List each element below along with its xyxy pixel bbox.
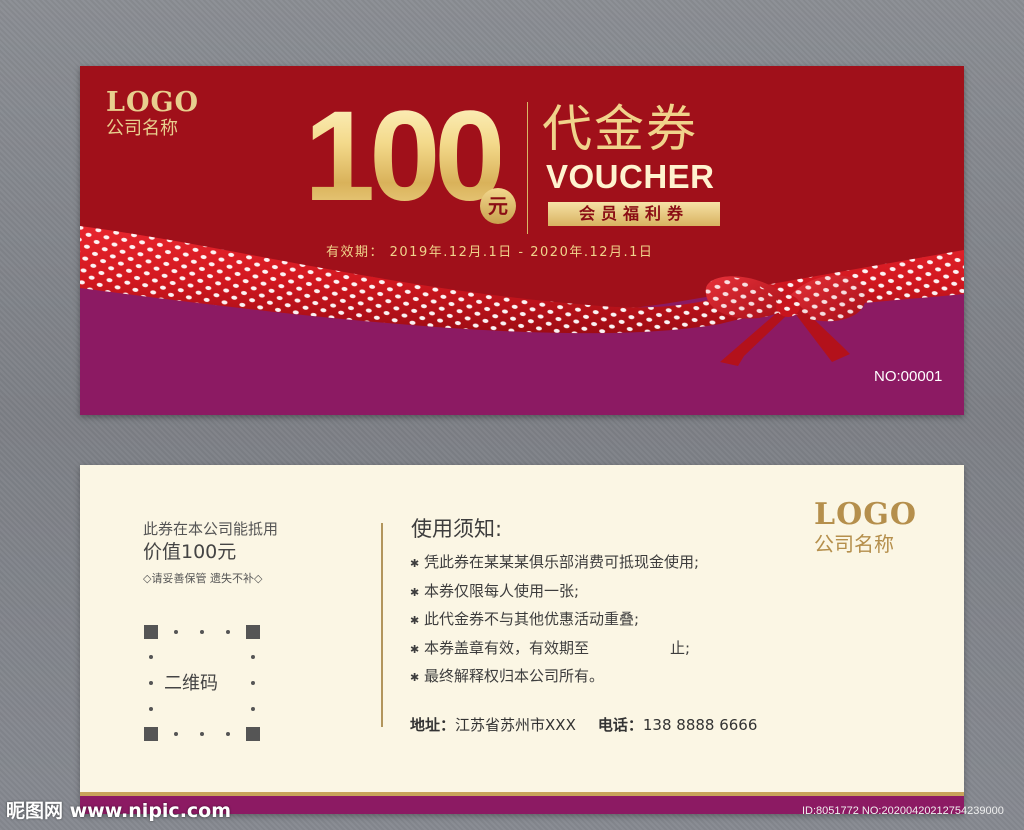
value-text: 价值100元: [143, 541, 237, 563]
qr-dot: [251, 655, 255, 659]
qr-dot: [174, 732, 178, 736]
bullet-icon: ✱: [410, 671, 420, 684]
qr-dot: [226, 630, 230, 634]
bullet-icon: ✱: [410, 614, 420, 627]
serial-number: NO:00001: [874, 368, 943, 385]
address-label: 地址：: [410, 716, 456, 734]
address-value: 江苏省苏州市XXX: [455, 716, 576, 734]
qr-dot: [226, 732, 230, 736]
qr-dot: [200, 630, 204, 634]
voucher-front: LOGO 公司名称 100 元 代金券 VOUCHER 会员福利券 有效期： 2…: [80, 66, 964, 415]
bullet-icon: ✱: [410, 585, 420, 599]
rule-text: 本券仅限每人使用一张;: [424, 581, 580, 600]
content-divider: [381, 523, 383, 727]
qr-corner: [144, 625, 158, 639]
qr-dot: [251, 681, 255, 685]
logo-text: LOGO: [814, 497, 917, 532]
usage-rules-list: ✱ 凭此券在某某某俱乐部消费可抵现金使用; ✱ 本券仅限每人使用一张; ✱ 此代金券不…: [410, 552, 699, 695]
member-benefit-badge: 会员福利券: [548, 202, 720, 226]
deduct-text: 此券在本公司能抵用: [143, 520, 279, 538]
phone-label: 电话：: [597, 716, 643, 734]
keep-safe-note: ◇请妥善保管 遗失不补◇: [143, 572, 263, 585]
qr-code-label: 二维码: [164, 673, 218, 694]
voucher-amount: 100: [304, 85, 506, 228]
company-logo: LOGO 公司名称: [106, 88, 199, 140]
company-logo-back: LOGO 公司名称: [814, 499, 917, 557]
qr-dot: [251, 707, 255, 711]
rule-item: ✱ 此代金券不与其他优惠活动重叠;: [410, 609, 699, 638]
rule-text: 本券盖章有效，有效期至 止;: [424, 638, 691, 657]
qr-dot: [200, 732, 204, 736]
validity-period: 有效期： 2019年.12月.1日 - 2020年.12月.1日: [326, 245, 654, 260]
contact-info: 地址：江苏省苏州市XXX 电话：138 8888 6666: [410, 715, 757, 735]
logo-text: LOGO: [106, 87, 200, 118]
qr-dot: [149, 681, 153, 685]
voucher-title-en: VOUCHER: [546, 158, 715, 195]
currency-badge: 元: [480, 188, 516, 224]
qr-dot: [149, 707, 153, 711]
qr-corner: [246, 625, 260, 639]
bullet-icon: ✱: [410, 642, 420, 656]
usage-notice-title: 使用须知:: [411, 517, 503, 541]
qr-corner: [246, 727, 260, 741]
rule-text: 最终解释权归本公司所有。: [424, 667, 605, 685]
voucher-title-cn: 代金券: [542, 100, 698, 158]
title-divider: [527, 102, 528, 234]
rule-item: ✱ 本券仅限每人使用一张;: [410, 581, 699, 610]
qr-dot: [174, 630, 178, 634]
qr-corner: [144, 727, 158, 741]
company-name: 公司名称: [106, 118, 178, 139]
image-id-watermark: ID:8051772 NO:20200420212754239000: [802, 805, 1004, 817]
site-watermark: 昵图网 www.nipic.com: [6, 800, 232, 822]
rule-text: 此代金券不与其他优惠活动重叠;: [424, 610, 640, 628]
phone-value: 138 8888 6666: [642, 716, 758, 734]
bullet-icon: ✱: [410, 557, 420, 570]
voucher-back: 此券在本公司能抵用 价值100元 ◇请妥善保管 遗失不补◇ 二维码 使用须知: …: [80, 465, 964, 814]
company-name: 公司名称: [814, 532, 894, 556]
rule-item: ✱ 凭此券在某某某俱乐部消费可抵现金使用;: [410, 552, 699, 581]
rule-text: 凭此券在某某某俱乐部消费可抵现金使用;: [424, 553, 700, 571]
qr-dot: [149, 655, 153, 659]
ribbon-background: [80, 226, 964, 415]
rule-item: ✱ 最终解释权归本公司所有。: [410, 666, 699, 695]
rule-item: ✱ 本券盖章有效，有效期至 止;: [410, 638, 699, 667]
